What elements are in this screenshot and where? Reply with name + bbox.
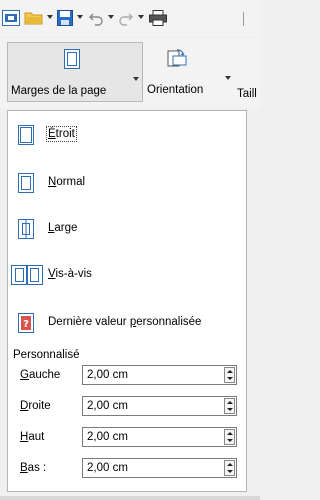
menu-item-wide-label: Large — [48, 222, 77, 234]
custom-section-title: Personnalisé — [13, 349, 80, 361]
menu-item-narrow-label: Étroit — [46, 126, 77, 142]
spin-up-icon[interactable] — [227, 463, 233, 466]
top-margin-value[interactable]: 2,00 cm — [87, 431, 128, 443]
wide-margins-icon — [18, 219, 34, 239]
spin-down-icon[interactable] — [227, 439, 233, 442]
bottom-margin-accent: B — [20, 462, 28, 474]
top-margin-rest: aut — [28, 431, 45, 443]
last-custom-value-icon: ? — [18, 313, 34, 333]
page-margins-button[interactable]: Marges de la page — [7, 42, 143, 102]
menu-item-mirrored-rest: is-à-vis — [55, 268, 92, 280]
right-margin-label: Droite — [20, 400, 51, 412]
narrow-margins-icon — [18, 125, 34, 145]
right-margin-rest: roite — [28, 400, 51, 412]
orientation-icon — [167, 49, 187, 67]
right-margin-value[interactable]: 2,00 cm — [87, 400, 128, 412]
menu-item-narrow-rest: troit — [55, 128, 75, 140]
spin-down-icon[interactable] — [227, 408, 233, 411]
top-margin-spin-button[interactable] — [224, 429, 235, 445]
spin-down-icon[interactable] — [227, 470, 233, 473]
bottom-margin-spinbox[interactable]: 2,00 cm — [82, 458, 237, 478]
menu-item-narrow[interactable]: Étroit — [8, 119, 246, 151]
menu-item-normal-rest: ormal — [56, 176, 86, 188]
menu-item-mirrored-label: Vis-à-vis — [48, 268, 92, 280]
top-margin-label: Haut — [20, 431, 44, 443]
top-margin-row: Haut 2,00 cm — [8, 427, 246, 449]
window-bottom-edge — [0, 496, 260, 500]
spin-up-icon[interactable] — [227, 401, 233, 404]
left-margin-value[interactable]: 2,00 cm — [87, 369, 128, 381]
undo-icon[interactable] — [88, 10, 104, 26]
menu-item-normal[interactable]: Normal — [8, 167, 246, 199]
bottom-margin-row: Bas : 2,00 cm — [8, 458, 246, 480]
menu-item-wide-rest: arge — [54, 222, 78, 234]
bottom-margin-value[interactable]: 2,00 cm — [87, 462, 128, 474]
left-margin-spinbox[interactable]: 2,00 cm — [82, 365, 237, 385]
left-margin-accent: G — [20, 369, 29, 381]
right-margin-spin-button[interactable] — [224, 398, 235, 414]
bottom-margin-rest: as : — [27, 462, 47, 474]
menu-item-last-custom[interactable]: ? Dernière valeur personnalisée — [8, 307, 246, 339]
new-document-icon[interactable] — [2, 10, 20, 26]
spin-down-icon[interactable] — [227, 377, 233, 380]
spin-up-icon[interactable] — [227, 432, 233, 435]
page-margins-icon — [64, 49, 80, 69]
left-margin-spin-button[interactable] — [224, 367, 235, 383]
print-icon[interactable] — [149, 10, 167, 26]
menu-item-mirrored[interactable]: Vis-à-vis — [8, 259, 246, 291]
ribbon: Marges de la page Orientation Taill — [0, 38, 260, 108]
normal-margins-icon — [18, 173, 34, 193]
bottom-margin-spin-button[interactable] — [224, 460, 235, 476]
svg-text:?: ? — [23, 319, 29, 330]
page-margins-dropdown: Étroit Normal Large Vis-à-vis ? Dernière… — [7, 110, 247, 492]
open-folder-icon[interactable] — [24, 10, 44, 26]
right-margin-spinbox[interactable]: 2,00 cm — [82, 396, 237, 416]
right-margin-row: Droite 2,00 cm — [8, 396, 246, 418]
redo-dropdown-arrow[interactable] — [138, 15, 144, 19]
mirrored-margins-icon — [11, 265, 43, 285]
menu-item-last-custom-pre: Dernière valeur — [48, 316, 130, 328]
orientation-label: Orientation — [147, 84, 204, 96]
left-margin-label: Gauche — [20, 369, 60, 381]
bottom-margin-label: Bas : — [20, 462, 46, 474]
menu-item-narrow-accent: É — [48, 128, 56, 140]
orientation-button[interactable]: Orientation — [143, 42, 233, 102]
left-margin-rest: auche — [28, 369, 61, 381]
page-margins-label: Marges de la page — [11, 85, 107, 97]
left-margin-row: Gauche 2,00 cm — [8, 365, 246, 387]
open-dropdown-arrow[interactable] — [47, 15, 53, 19]
size-label[interactable]: Taill — [237, 88, 257, 100]
menu-item-normal-label: Normal — [48, 176, 85, 188]
top-margin-spinbox[interactable]: 2,00 cm — [82, 427, 237, 447]
save-dropdown-arrow[interactable] — [77, 15, 83, 19]
save-icon[interactable] — [57, 10, 73, 26]
spin-up-icon[interactable] — [227, 370, 233, 373]
page-margins-dropdown-arrow — [133, 77, 139, 81]
toolbar-separator — [243, 12, 244, 26]
menu-item-wide[interactable]: Large — [8, 213, 246, 245]
redo-icon[interactable] — [118, 10, 134, 26]
top-toolbar — [0, 0, 260, 36]
orientation-dropdown-arrow — [225, 76, 231, 80]
menu-item-last-custom-rest: ersonnalisée — [136, 316, 202, 328]
undo-dropdown-arrow[interactable] — [108, 15, 114, 19]
menu-item-last-custom-label: Dernière valeur personnalisée — [48, 316, 201, 328]
